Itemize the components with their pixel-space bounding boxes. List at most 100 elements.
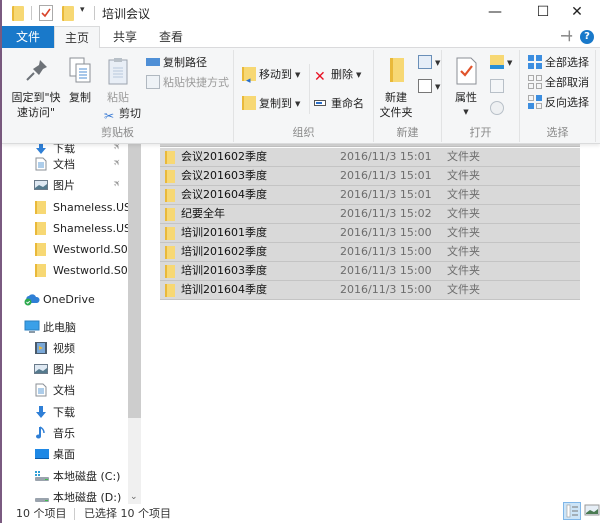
divider (309, 64, 310, 114)
new-item-button[interactable]: ▼ (418, 54, 440, 72)
nav-item[interactable]: 音乐 (34, 423, 75, 444)
open-folder-icon (490, 55, 504, 69)
table-row[interactable]: 培训201603季度 2016/11/3 15:00 文件夹 (160, 262, 580, 281)
table-row[interactable]: 培训201604季度 2016/11/3 15:00 文件夹 (160, 281, 580, 300)
large-icons-view-button[interactable] (584, 502, 600, 520)
open-button[interactable]: ▼ (490, 54, 512, 72)
scroll-down-icon[interactable]: ⌄ (130, 492, 138, 502)
nav-item-label: 图片 (53, 363, 75, 376)
delete-x-icon: ✕ (314, 69, 326, 85)
nav-item[interactable]: Westworld.S01 (34, 260, 128, 281)
customize-quick-access-icon[interactable]: ▾ (80, 5, 85, 23)
properties-button[interactable]: 属性 ▼ (448, 56, 484, 120)
scrollbar-thumb[interactable] (128, 144, 141, 418)
nav-item[interactable]: 本地磁盘 (C:) (34, 466, 120, 487)
nav-item-label: 本地磁盘 (C:) (53, 470, 121, 483)
nav-item[interactable]: 下载 (34, 402, 75, 423)
nav-item-label: 视频 (53, 342, 75, 355)
new-group: 新建 文件夹 ▼ ▼ 新建 (374, 50, 442, 142)
nav-item[interactable]: 本地磁盘 (D:) (34, 487, 121, 504)
copy-to-button[interactable]: 复制到 ▼ (242, 95, 300, 113)
paste-shortcut-button[interactable]: 粘贴快捷方式 (146, 74, 229, 92)
easy-access-icon (418, 79, 432, 93)
select-none-icon (528, 75, 542, 89)
nav-item-label: Westworld.S01 (53, 264, 128, 277)
minimize-button[interactable]: — (472, 0, 518, 26)
item-count: 10 个项目 (16, 507, 67, 520)
picture-icon (34, 362, 48, 376)
move-to-button[interactable]: ◂ 移动到 ▼ (242, 66, 300, 86)
paste-label: 粘贴 (107, 91, 129, 104)
file-type: 文件夹 (447, 245, 480, 258)
nav-item[interactable]: 文档 (34, 380, 75, 401)
history-button[interactable] (490, 100, 507, 118)
tab-view[interactable]: 查看 (148, 26, 194, 48)
nav-item[interactable]: 图片 (34, 359, 75, 380)
new-folder-button[interactable]: 新建 文件夹 (376, 56, 416, 120)
details-view-button[interactable] (563, 502, 581, 520)
paste-button[interactable]: 粘贴 (102, 56, 134, 105)
file-type: 文件夹 (447, 226, 480, 239)
table-row[interactable]: 会议201602季度 2016/11/3 15:01 文件夹 (160, 148, 580, 167)
folder-icon (34, 200, 48, 214)
new-folder-label-2: 文件夹 (379, 106, 413, 119)
edit-button[interactable] (490, 78, 507, 96)
file-type: 文件夹 (447, 264, 480, 277)
delete-button[interactable]: ✕ 删除 ▼ (314, 66, 361, 84)
cut-button[interactable]: ✂ 剪切 (102, 105, 141, 123)
easy-access-button[interactable]: ▼ (418, 78, 440, 96)
nav-item-label: Westworld.S01 (53, 243, 128, 256)
folder-icon (165, 208, 175, 221)
select-none-button[interactable]: 全部取消 (528, 74, 589, 92)
nav-item[interactable]: 此电脑 (24, 317, 76, 338)
nav-item[interactable]: Shameless.US.S (34, 218, 128, 239)
nav-item[interactable]: OneDrive (24, 289, 95, 310)
new-item-icon (418, 55, 432, 69)
drive-c-icon (34, 469, 49, 483)
file-date: 2016/11/3 15:00 (340, 226, 432, 239)
pinned-icon: ✈ (111, 144, 124, 154)
tab-file[interactable]: 文件 (2, 26, 54, 48)
nav-item[interactable]: 文档 (34, 154, 75, 175)
history-icon (490, 101, 504, 115)
tab-home[interactable]: 主页 (54, 26, 100, 49)
rename-button[interactable]: 重命名 (314, 95, 364, 113)
copy-path-button[interactable]: 复制路径 (146, 54, 207, 72)
table-row[interactable]: 会议201603季度 2016/11/3 15:01 文件夹 (160, 167, 580, 186)
tab-share[interactable]: 共享 (102, 26, 148, 48)
nav-item[interactable]: 视频 (34, 338, 75, 359)
expand-ribbon-icon[interactable]: ━╋ (561, 32, 572, 42)
organize-group-label: 组织 (292, 126, 315, 139)
pin-quick-access-label-1: 固定到"快 (11, 91, 61, 104)
invert-selection-button[interactable]: 反向选择 (528, 94, 589, 112)
table-row[interactable]: 培训201602季度 2016/11/3 15:00 文件夹 (160, 243, 580, 262)
file-name: 培训201601季度 (181, 226, 267, 239)
folder-icon (165, 284, 175, 297)
table-row[interactable]: 纪要全年 2016/11/3 15:02 文件夹 (160, 205, 580, 224)
copy-path-label: 复制路径 (163, 56, 207, 69)
navigation-pane: 下载 ✈ 文档 ✈ 图片 ✈ Shameless.US.S Shameless.US.S Wes… (2, 144, 128, 504)
dropdown-caret-icon: ▼ (507, 59, 513, 67)
new-folder-quick-icon[interactable] (62, 6, 74, 21)
nav-item[interactable]: Shameless.US.S (34, 197, 128, 218)
table-row[interactable]: 培训201601季度 2016/11/3 15:00 文件夹 (160, 224, 580, 243)
file-name: 培训201603季度 (181, 264, 267, 277)
close-button[interactable]: ✕ (554, 0, 600, 26)
nav-item[interactable]: 桌面 (34, 444, 75, 465)
nav-item-label: Shameless.US.S (53, 222, 128, 235)
table-row[interactable]: 会议201604季度 2016/11/3 15:01 文件夹 (160, 186, 580, 205)
properties-quick-icon[interactable] (39, 5, 53, 21)
nav-item-label: 文档 (53, 158, 75, 171)
navigation-scrollbar[interactable]: ⌄ (128, 144, 141, 504)
dropdown-caret-icon: ▼ (356, 71, 362, 79)
help-icon[interactable]: ? (580, 30, 594, 44)
nav-item[interactable]: Westworld.S01 (34, 239, 128, 260)
pin-quick-access-button[interactable]: 固定到"快 速访问" (6, 56, 66, 120)
nav-item[interactable]: 图片 (34, 175, 75, 196)
select-all-button[interactable]: 全部选择 (528, 54, 589, 72)
drive-d-icon (34, 490, 49, 504)
file-date: 2016/11/3 15:02 (340, 207, 432, 220)
copy-button[interactable]: 复制 (64, 56, 96, 105)
folder-icon (165, 227, 175, 240)
invert-selection-icon (528, 95, 542, 109)
